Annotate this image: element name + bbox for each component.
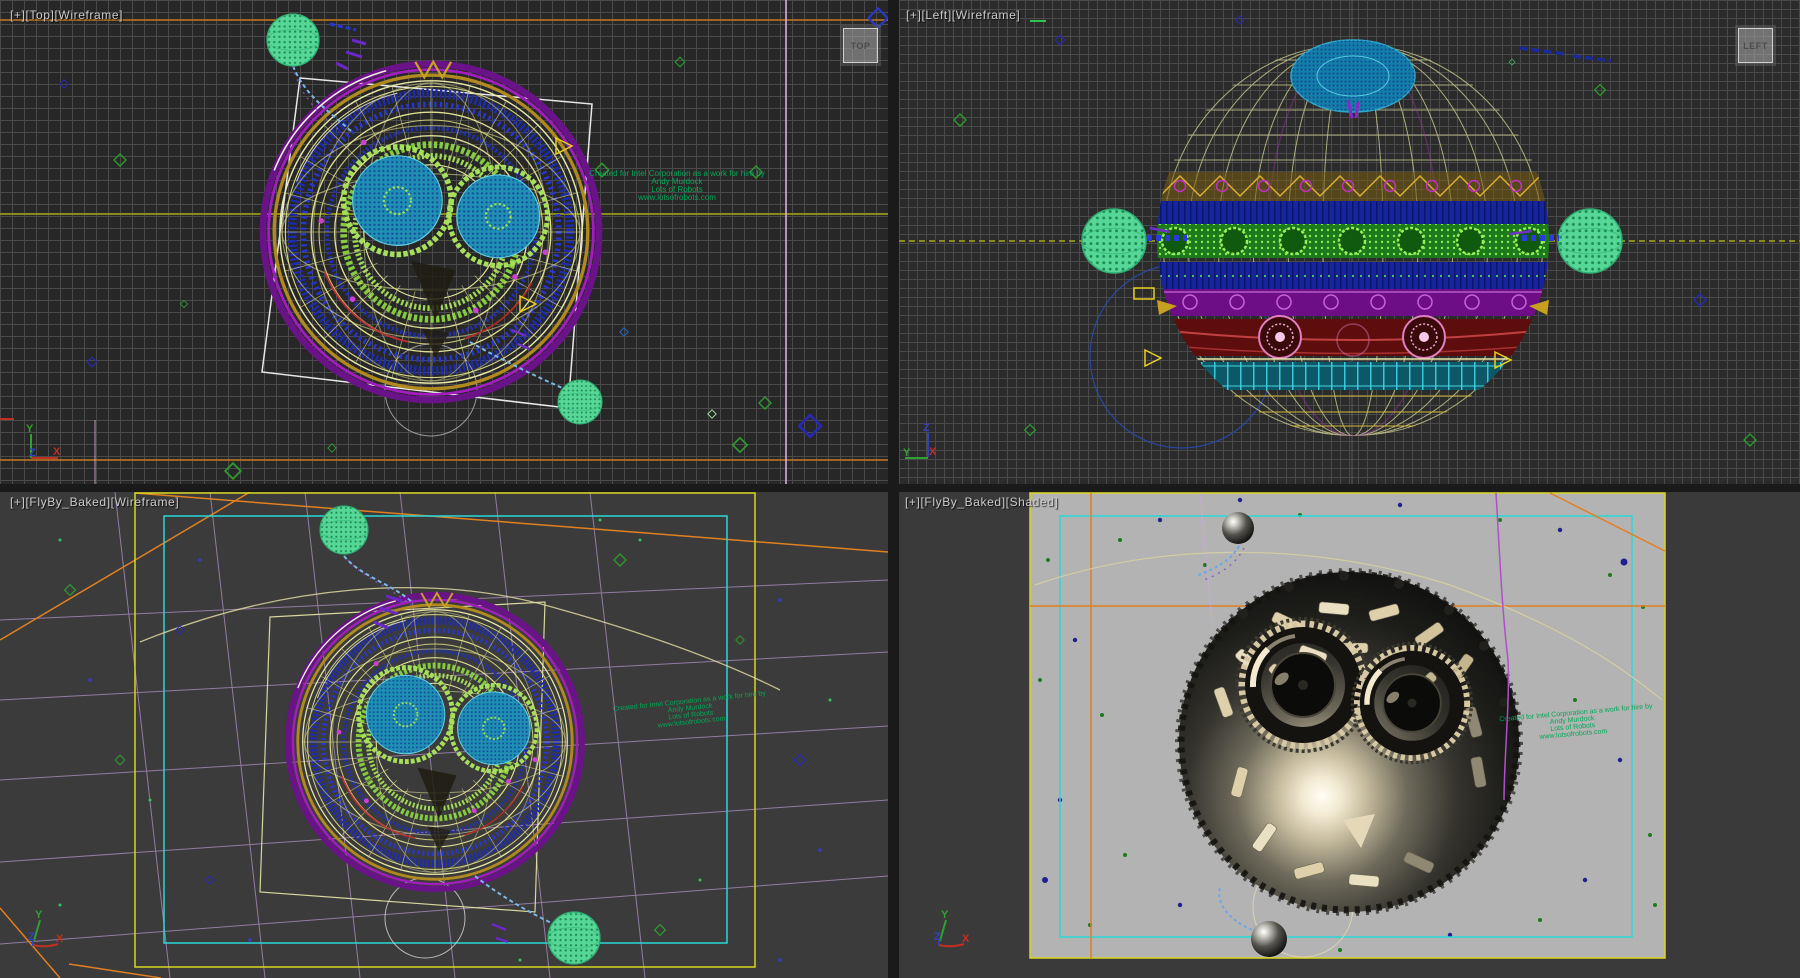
svg-text:Z: Z bbox=[923, 422, 930, 434]
watermark-text: Created for Intel Corporation as a work … bbox=[572, 170, 782, 202]
flyby-wireframe-content: Y Z X bbox=[0, 492, 888, 978]
shaded-ball[interactable] bbox=[1251, 921, 1287, 957]
mint-sphere[interactable] bbox=[558, 380, 602, 424]
viewcube-left-face-label: LEFT bbox=[1743, 41, 1768, 51]
left-view-content: Z Y X bbox=[899, 0, 1800, 484]
viewport-label-left[interactable]: [+][Left][Wireframe] bbox=[906, 8, 1020, 22]
svg-text:Y: Y bbox=[35, 909, 43, 921]
viewport-label-flyby-wireframe[interactable]: [+][FlyBy_Baked][Wireframe] bbox=[10, 495, 179, 509]
quad-viewport-layout: Y Z X bbox=[0, 0, 1800, 978]
top-view-content: Y Z X bbox=[0, 0, 888, 484]
axis-gizmo-flyby-shaded: Y Z X bbox=[934, 909, 970, 946]
svg-text:X: X bbox=[962, 933, 970, 945]
svg-text:X: X bbox=[929, 446, 937, 458]
svg-text:Z: Z bbox=[28, 931, 35, 943]
svg-text:Y: Y bbox=[941, 909, 949, 921]
svg-text:Y: Y bbox=[903, 447, 911, 459]
mint-sphere[interactable] bbox=[320, 506, 368, 554]
viewcube-top-face-label: TOP bbox=[851, 41, 871, 51]
wireframe-sphere-top[interactable] bbox=[263, 62, 599, 400]
axis-gizmo-top-view: Y Z X bbox=[26, 423, 61, 459]
mint-sphere[interactable] bbox=[548, 912, 600, 964]
mint-sphere[interactable] bbox=[1558, 209, 1622, 273]
svg-text:X: X bbox=[53, 446, 61, 458]
svg-text:Z: Z bbox=[934, 931, 941, 943]
wireframe-sphere-camera[interactable] bbox=[288, 593, 582, 889]
mint-sphere[interactable] bbox=[1082, 209, 1146, 273]
scene-geometry: Y Z X bbox=[0, 0, 1800, 978]
svg-text:Z: Z bbox=[29, 447, 36, 459]
viewport-label-top[interactable]: [+][Top][Wireframe] bbox=[10, 8, 123, 22]
axis-gizmo-left-view: Z Y X bbox=[903, 422, 937, 459]
viewcube-top[interactable]: TOP bbox=[843, 28, 878, 63]
viewport-label-flyby-shaded[interactable]: [+][FlyBy_Baked][Shaded] bbox=[905, 495, 1058, 509]
watermark-line: www.lotsofrobots.com bbox=[572, 194, 782, 202]
safe-frame-yellow bbox=[135, 493, 755, 967]
svg-text:Y: Y bbox=[26, 423, 34, 435]
mint-sphere[interactable] bbox=[267, 14, 319, 66]
svg-text:X: X bbox=[56, 933, 64, 945]
viewcube-left[interactable]: LEFT bbox=[1738, 28, 1773, 63]
shaded-ball[interactable] bbox=[1222, 512, 1254, 544]
